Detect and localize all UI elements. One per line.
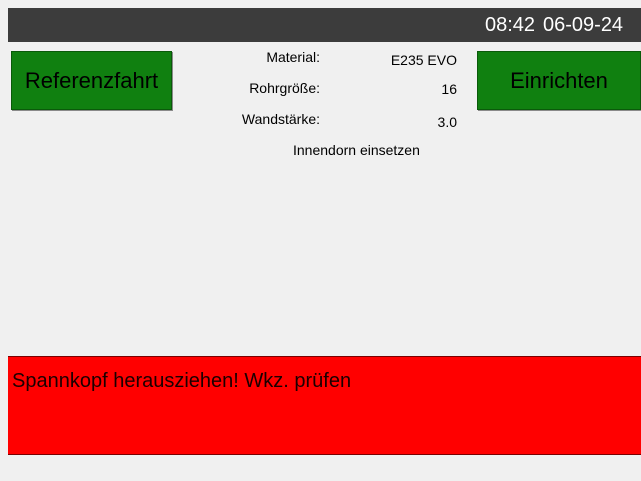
instruction-text: Innendorn einsetzen <box>293 142 420 158</box>
reference-run-button[interactable]: Referenzfahrt <box>11 51 172 110</box>
clock-time: 08:42 <box>485 14 536 36</box>
setup-button[interactable]: Einrichten <box>477 51 641 110</box>
alarm-message: Spannkopf herausziehen! Wkz. prüfen <box>12 370 352 392</box>
reference-run-label: Referenzfahrt <box>24 67 159 93</box>
tube-size-value: 16 <box>441 81 457 97</box>
material-label: Material: <box>266 49 320 65</box>
machine-screen: 08:42 06-09-24 Referenzfahrt Einrichten … <box>0 0 641 481</box>
wall-thickness-value: 3.0 <box>437 114 457 130</box>
material-value: E235 EVO <box>390 52 457 68</box>
setup-label: Einrichten <box>510 67 608 93</box>
tube-size-label: Rohrgröße: <box>249 80 320 96</box>
clock-date: 06-09-24 <box>543 14 624 36</box>
wall-thickness-label: Wandstärke: <box>241 111 320 127</box>
alarm-panel: Spannkopf herausziehen! Wkz. prüfen <box>8 356 641 455</box>
